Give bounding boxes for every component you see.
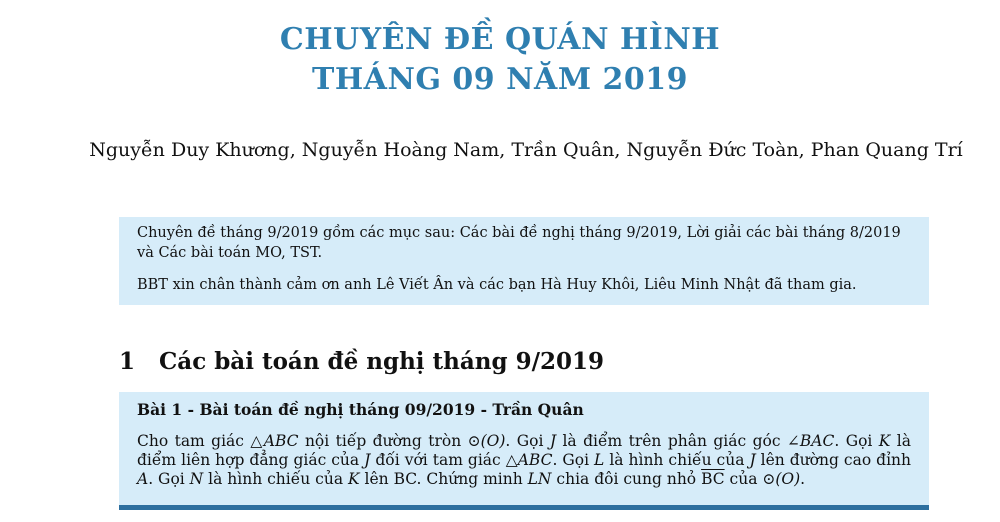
text-run: lên đường cao đỉnh — [755, 451, 911, 469]
title-line-2: THÁNG 09 NĂM 2019 — [312, 62, 688, 97]
math-run: LN — [527, 470, 552, 488]
math-run: ⊙(O) — [762, 470, 801, 488]
arc-bc: BC — [701, 470, 725, 488]
section-heading: 1 Các bài toán đề nghị tháng 9/2019 — [119, 346, 604, 378]
math-run: K — [878, 432, 891, 450]
math-run: K — [348, 470, 360, 488]
text-run: đối với tam giác — [370, 451, 506, 469]
text-run: là điểm trên phân giác góc — [556, 432, 787, 450]
text-run: . Gọi — [505, 432, 550, 450]
math-run: A — [137, 470, 149, 488]
intro-paragraph-2: BBT xin chân thành cảm ơn anh Lê Viết Ân… — [137, 277, 857, 293]
text-run: Cho tam giác — [137, 432, 251, 450]
math-run: △ABC — [505, 451, 553, 469]
text-run: là hình chiếu của — [203, 470, 349, 488]
intro-note-box: Chuyên đề tháng 9/2019 gồm các mục sau: … — [119, 217, 929, 305]
math-run: ⊙(O) — [467, 432, 506, 450]
text-run: . — [800, 470, 806, 488]
title-line-1: CHUYÊN ĐỀ QUÁN HÌNH — [279, 22, 721, 57]
text-run: chia đôi cung nhỏ — [551, 470, 702, 488]
authors-line: Nguyễn Duy Khương, Nguyễn Hoàng Nam, Trầ… — [89, 139, 963, 161]
math-run: ∠BAC — [786, 432, 835, 450]
text-run: lên BC. Chứng minh — [359, 470, 528, 488]
text-run: . Gọi — [552, 451, 595, 469]
text-run: . Gọi — [834, 432, 879, 450]
math-run: △ABC — [250, 432, 299, 450]
problem-box: Bài 1 - Bài toán đề nghị tháng 09/2019 -… — [119, 392, 929, 510]
text-run: nội tiếp đường tròn — [298, 432, 468, 450]
section-number: 1 — [119, 348, 136, 375]
section-title: Các bài toán đề nghị tháng 9/2019 — [159, 348, 605, 375]
math-run: N — [189, 470, 204, 488]
document-title: CHUYÊN ĐỀ QUÁN HÌNH THÁNG 09 NĂM 2019 — [0, 20, 1000, 100]
text-run: của — [724, 470, 763, 488]
intro-paragraph-1: Chuyên đề tháng 9/2019 gồm các mục sau: … — [137, 225, 901, 261]
problem-statement: Cho tam giác △ABC nội tiếp đường tròn ⊙(… — [137, 432, 911, 489]
text-run: . Gọi — [148, 470, 190, 488]
problem-title: Bài 1 - Bài toán đề nghị tháng 09/2019 -… — [137, 400, 584, 419]
text-run: là hình chiếu của — [604, 451, 750, 469]
math-run: L — [594, 451, 605, 469]
